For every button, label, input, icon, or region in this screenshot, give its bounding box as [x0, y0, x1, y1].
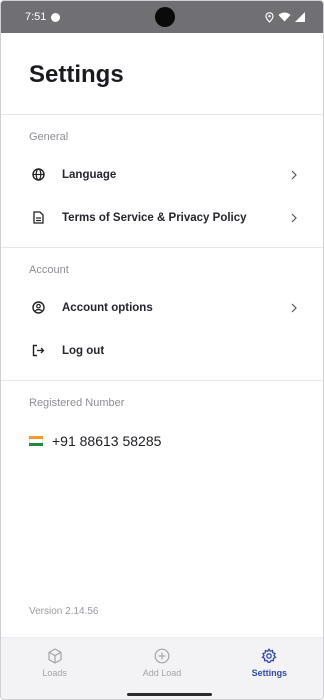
signal-icon	[295, 12, 305, 22]
app-version: Version 2.14.56	[29, 606, 99, 617]
cube-icon	[47, 648, 63, 664]
language-item[interactable]: Language	[1, 153, 323, 196]
nav-add-load-label: Add Load	[142, 668, 182, 678]
logout-label: Log out	[62, 344, 105, 357]
account-options-label: Account options	[62, 301, 153, 314]
page-title: Settings	[29, 61, 124, 88]
language-label: Language	[62, 168, 117, 181]
app-screen: 7:51 Settings General Language Terms of …	[0, 0, 324, 700]
nav-settings-label: Settings	[251, 668, 288, 678]
status-icons	[265, 11, 305, 23]
document-icon	[31, 211, 45, 225]
nav-add-load[interactable]: Add Load	[108, 638, 215, 699]
status-time: 7:51	[25, 11, 47, 23]
status-bar: 7:51	[1, 1, 323, 33]
terms-privacy-item[interactable]: Terms of Service & Privacy Policy	[1, 196, 323, 239]
nav-loads-label: Loads	[42, 668, 67, 678]
chevron-right-icon	[289, 302, 299, 314]
logout-icon	[31, 344, 45, 358]
camera-cutout	[155, 7, 175, 27]
nav-loads[interactable]: Loads	[1, 638, 108, 699]
chevron-right-icon	[289, 169, 299, 181]
user-circle-icon	[31, 301, 45, 315]
chevron-right-icon	[289, 212, 299, 224]
general-section: General Language Terms of Service & Priv…	[1, 115, 323, 248]
registered-number-section: Registered Number +91 88613 58285	[1, 381, 323, 449]
wifi-icon	[278, 12, 291, 22]
section-title-general: General	[29, 131, 69, 143]
terms-privacy-label: Terms of Service & Privacy Policy	[62, 211, 247, 224]
bottom-navigation: Loads Add Load Settings	[1, 637, 323, 699]
settings-header: Settings	[1, 33, 323, 115]
gear-icon	[261, 648, 277, 664]
account-section: Account Account options Log out	[1, 248, 323, 381]
registered-phone-number: +91 88613 58285	[52, 433, 162, 449]
nav-settings[interactable]: Settings	[216, 638, 323, 699]
phone-row: +91 88613 58285	[1, 419, 323, 449]
logout-item[interactable]: Log out	[1, 329, 323, 372]
home-indicator	[127, 693, 212, 696]
location-icon	[265, 11, 274, 23]
account-options-item[interactable]: Account options	[1, 286, 323, 329]
globe-icon	[31, 168, 45, 182]
plus-circle-icon	[154, 648, 170, 664]
section-title-account: Account	[29, 264, 69, 276]
notification-dot-icon	[51, 12, 61, 22]
section-title-registered: Registered Number	[29, 397, 125, 409]
india-flag-icon	[29, 436, 43, 446]
